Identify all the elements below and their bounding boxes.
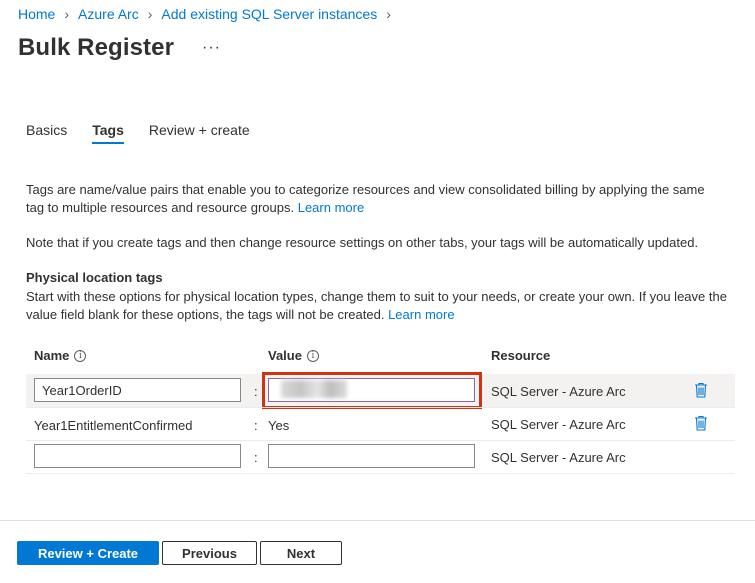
intro-text: Tags are name/value pairs that enable yo… <box>26 181 726 217</box>
breadcrumb: Home › Azure Arc › Add existing SQL Serv… <box>18 6 400 22</box>
physical-location-text: Start with these options for physical lo… <box>26 288 731 324</box>
highlight-box <box>262 372 482 409</box>
name-value-separator: : <box>254 418 258 433</box>
resource-cell: SQL Server - Azure Arc <box>491 384 626 399</box>
wizard-tabs: Basics Tags Review + create <box>26 122 275 144</box>
page-title: Bulk Register <box>18 34 175 61</box>
row-divider <box>26 473 735 474</box>
breadcrumb-azure-arc[interactable]: Azure Arc <box>78 6 139 22</box>
physical-location-description: Start with these options for physical lo… <box>26 289 727 322</box>
more-options-icon[interactable]: ··· <box>202 39 221 57</box>
learn-more-link-physical[interactable]: Learn more <box>388 307 454 322</box>
column-header-resource: Resource <box>491 348 551 363</box>
chevron-right-icon: › <box>64 6 70 22</box>
chevron-right-icon: › <box>386 6 391 22</box>
new-tag-name-input[interactable] <box>34 444 241 468</box>
footer-divider <box>0 520 755 521</box>
tab-review-create[interactable]: Review + create <box>149 122 250 144</box>
tag-value-text: Yes <box>268 418 290 433</box>
column-header-value: Value i <box>268 348 319 363</box>
breadcrumb-home[interactable]: Home <box>18 6 55 22</box>
name-value-separator: : <box>254 384 258 399</box>
resource-cell: SQL Server - Azure Arc <box>491 450 626 465</box>
review-create-button[interactable]: Review + Create <box>17 541 159 565</box>
tag-name-text: Year1EntitlementConfirmed <box>34 418 193 433</box>
breadcrumb-add-sql-instances[interactable]: Add existing SQL Server instances <box>161 6 377 22</box>
tab-basics[interactable]: Basics <box>26 122 67 144</box>
title-row: Bulk Register ··· <box>18 34 221 62</box>
chevron-right-icon: › <box>147 6 153 22</box>
note-text: Note that if you create tags and then ch… <box>26 235 699 250</box>
info-icon[interactable]: i <box>306 349 319 362</box>
info-icon[interactable]: i <box>74 349 87 362</box>
column-header-name: Name i <box>34 348 87 363</box>
new-tag-value-input[interactable] <box>268 444 475 468</box>
next-button[interactable]: Next <box>260 541 342 565</box>
tab-tags[interactable]: Tags <box>92 122 124 144</box>
trash-icon[interactable] <box>694 382 708 398</box>
intro-description: Tags are name/value pairs that enable yo… <box>26 182 705 215</box>
learn-more-link-tags[interactable]: Learn more <box>298 200 364 215</box>
trash-icon[interactable] <box>694 415 708 431</box>
physical-location-title: Physical location tags <box>26 270 163 285</box>
name-value-separator: : <box>254 450 258 465</box>
tag-name-input[interactable] <box>34 378 241 402</box>
resource-cell: SQL Server - Azure Arc <box>491 417 626 432</box>
previous-button[interactable]: Previous <box>162 541 257 565</box>
